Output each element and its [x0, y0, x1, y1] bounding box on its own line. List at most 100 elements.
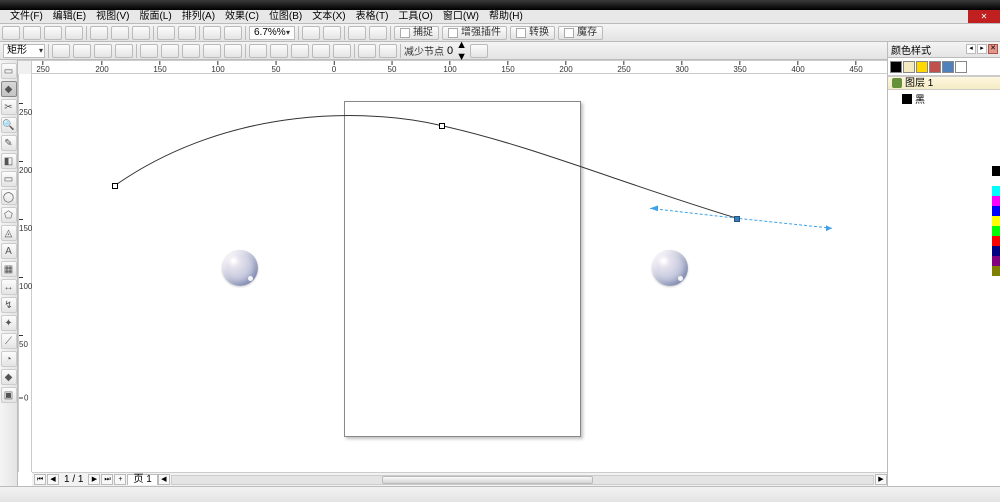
curve-start-node[interactable] — [112, 183, 118, 189]
menu-help[interactable]: 帮助(H) — [487, 12, 525, 22]
fill-entry[interactable]: 黑 — [888, 90, 1000, 107]
window-close-button[interactable]: ✕ — [968, 10, 1000, 23]
palette-swatch[interactable] — [992, 166, 1000, 176]
menu-arrange[interactable]: 排列(A) — [180, 12, 217, 22]
palette-swatch[interactable] — [992, 226, 1000, 236]
interactive-fill-tool[interactable]: ▣ — [1, 387, 17, 403]
node-join-icon[interactable] — [94, 44, 112, 58]
export-button[interactable] — [224, 26, 242, 40]
align-button[interactable] — [348, 26, 366, 40]
hscroll-thumb[interactable] — [382, 476, 592, 484]
next-page-button[interactable]: ▶ — [88, 474, 100, 485]
menu-edit[interactable]: 编辑(E) — [51, 12, 88, 22]
basic-shapes-tool[interactable]: ◬ — [1, 225, 17, 241]
docker-title-bar[interactable]: 颜色样式 ◂ ▸ ✕ — [888, 42, 1000, 58]
palette-swatch[interactable] — [992, 186, 1000, 196]
elastic-icon[interactable] — [358, 44, 376, 58]
swatch[interactable] — [929, 61, 941, 73]
page-tab-1[interactable]: 页 1 — [127, 474, 157, 485]
zoom-level-dropdown[interactable]: 6.7%% — [249, 26, 295, 40]
connector-tool[interactable]: ↯ — [1, 297, 17, 313]
bbox-icon[interactable] — [470, 44, 488, 58]
pick-tool[interactable]: ▭ — [1, 63, 17, 79]
select-all-icon[interactable] — [379, 44, 397, 58]
palette-swatch[interactable] — [992, 246, 1000, 256]
extract-icon[interactable] — [270, 44, 288, 58]
prev-page-button[interactable]: ◀ — [47, 474, 59, 485]
plugin-convert-button[interactable]: 转换 — [510, 26, 555, 40]
palette-swatch[interactable] — [992, 256, 1000, 266]
freehand-tool[interactable]: ✎ — [1, 135, 17, 151]
plugin-enhance-button[interactable]: 增强插件 — [442, 26, 507, 40]
polygon-tool[interactable]: ⬠ — [1, 207, 17, 223]
reverse-icon[interactable] — [249, 44, 267, 58]
save-button[interactable] — [44, 26, 62, 40]
align-icon[interactable] — [333, 44, 351, 58]
swatch[interactable] — [903, 61, 915, 73]
swatch[interactable] — [955, 61, 967, 73]
table-tool[interactable]: ▦ — [1, 261, 17, 277]
open-button[interactable] — [23, 26, 41, 40]
rotate-icon[interactable] — [312, 44, 330, 58]
ellipse-tool[interactable]: ◯ — [1, 189, 17, 205]
zoom-tool[interactable]: 🔍 — [1, 117, 17, 133]
curve-to-line-icon[interactable] — [161, 44, 179, 58]
docker-close-icon[interactable]: ✕ — [988, 44, 998, 54]
undo-button[interactable] — [157, 26, 175, 40]
dimension-tool[interactable]: ↔ — [1, 279, 17, 295]
smooth-node-icon[interactable] — [203, 44, 221, 58]
last-page-button[interactable]: ⏭ — [101, 474, 113, 485]
docker-left-icon[interactable]: ◂ — [966, 44, 976, 54]
outline-tool[interactable]: ◔ — [1, 351, 17, 367]
docker-right-icon[interactable]: ▸ — [977, 44, 987, 54]
symmetric-node-icon[interactable] — [224, 44, 242, 58]
reduce-nodes-stepper[interactable]: ▲▼ — [456, 39, 467, 63]
line-to-curve-icon[interactable] — [140, 44, 158, 58]
layer-header[interactable]: 图层 1 — [888, 76, 1000, 90]
palette-swatch[interactable] — [992, 266, 1000, 276]
rectangle-tool[interactable]: ▭ — [1, 171, 17, 187]
swatch[interactable] — [942, 61, 954, 73]
plugin-snap-button[interactable]: 捕捉 — [394, 26, 439, 40]
hscroll-track[interactable] — [171, 475, 874, 485]
copy-button[interactable] — [111, 26, 129, 40]
swatch[interactable] — [890, 61, 902, 73]
smart-fill-tool[interactable]: ◧ — [1, 153, 17, 169]
print-button[interactable] — [65, 26, 83, 40]
menu-file[interactable]: 文件(F) — [8, 12, 45, 22]
menu-view[interactable]: 视图(V) — [94, 12, 131, 22]
node-delete-icon[interactable] — [73, 44, 91, 58]
menu-effects[interactable]: 效果(C) — [223, 12, 261, 22]
menu-window[interactable]: 窗口(W) — [441, 12, 481, 22]
palette-swatch[interactable] — [992, 196, 1000, 206]
hscroll-left-arrow[interactable]: ◀ — [158, 474, 170, 485]
curve-end-node-selected[interactable] — [734, 216, 740, 222]
cusp-node-icon[interactable] — [182, 44, 200, 58]
eyedropper-tool[interactable]: ⟋ — [1, 333, 17, 349]
menu-table[interactable]: 表格(T) — [354, 12, 391, 22]
menu-tools[interactable]: 工具(O) — [396, 12, 434, 22]
options-icon[interactable] — [369, 26, 387, 40]
redo-button[interactable] — [178, 26, 196, 40]
curve-mid-node[interactable] — [439, 123, 445, 129]
paste-button[interactable] — [132, 26, 150, 40]
hscroll-right-arrow[interactable]: ▶ — [875, 474, 887, 485]
sphere-object-2[interactable] — [652, 250, 688, 286]
ruler-origin[interactable] — [18, 61, 32, 75]
swatch[interactable] — [916, 61, 928, 73]
reduce-nodes-input[interactable]: 0 — [447, 45, 453, 57]
import-button[interactable] — [203, 26, 221, 40]
node-add-icon[interactable] — [52, 44, 70, 58]
fill-tool[interactable]: ◆ — [1, 369, 17, 385]
cut-button[interactable] — [90, 26, 108, 40]
text-tool[interactable]: A — [1, 243, 17, 259]
menu-layout[interactable]: 版面(L) — [137, 12, 173, 22]
add-page-button[interactable]: + — [114, 474, 126, 485]
options-button[interactable] — [323, 26, 341, 40]
stretch-icon[interactable] — [291, 44, 309, 58]
palette-swatch[interactable] — [992, 216, 1000, 226]
palette-swatch[interactable] — [992, 176, 1000, 186]
first-page-button[interactable]: ⏮ — [34, 474, 46, 485]
palette-swatch[interactable] — [992, 206, 1000, 216]
new-button[interactable] — [2, 26, 20, 40]
